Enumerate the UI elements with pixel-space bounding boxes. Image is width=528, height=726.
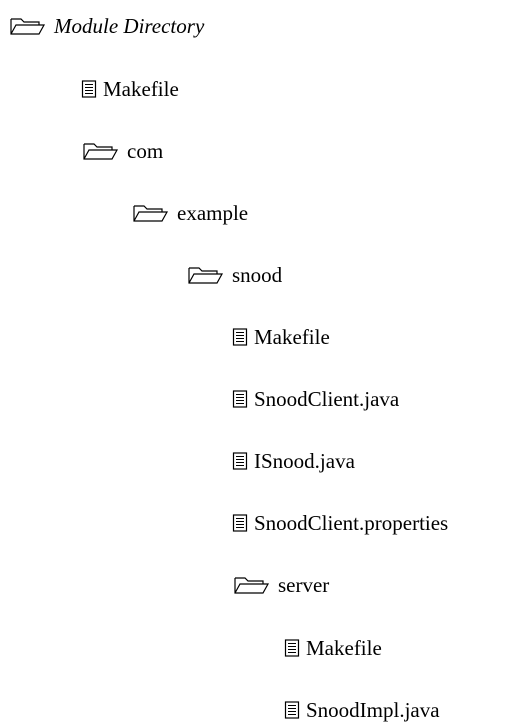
tree-node-label: server bbox=[278, 572, 330, 597]
tree-node-snoodclient-properties[interactable]: SnoodClient.properties bbox=[232, 508, 448, 538]
tree-node-label: example bbox=[177, 200, 249, 225]
file-icon bbox=[284, 700, 300, 720]
folder-icon bbox=[8, 16, 48, 36]
tree-node-label: Makefile bbox=[103, 76, 179, 101]
tree-node-com[interactable]: com bbox=[81, 136, 163, 166]
tree-node-label: Makefile bbox=[254, 324, 330, 349]
tree-node-makefile[interactable]: Makefile bbox=[81, 74, 179, 104]
file-icon bbox=[81, 79, 97, 99]
tree-node-makefile[interactable]: Makefile bbox=[232, 322, 330, 352]
tree-node-makefile[interactable]: Makefile bbox=[284, 633, 382, 663]
tree-node-module-directory[interactable]: Module Directory bbox=[8, 11, 204, 41]
tree-node-snoodimpl-java[interactable]: SnoodImpl.java bbox=[284, 695, 440, 725]
tree-node-isnood-java[interactable]: ISnood.java bbox=[232, 446, 355, 476]
folder-icon bbox=[186, 265, 226, 285]
tree-node-label: Makefile bbox=[306, 635, 382, 660]
tree-node-server[interactable]: server bbox=[232, 570, 329, 600]
tree-node-example[interactable]: example bbox=[131, 198, 248, 228]
folder-icon bbox=[131, 203, 171, 223]
tree-node-label: SnoodClient.java bbox=[254, 386, 400, 411]
tree-node-label: Module Directory bbox=[54, 13, 205, 38]
tree-node-label: SnoodImpl.java bbox=[306, 697, 440, 722]
folder-icon bbox=[232, 575, 272, 595]
file-icon bbox=[232, 513, 248, 533]
file-icon bbox=[232, 389, 248, 409]
tree-node-snood[interactable]: snood bbox=[186, 260, 282, 290]
tree-node-label: snood bbox=[232, 262, 283, 287]
file-icon bbox=[232, 451, 248, 471]
tree-node-label: ISnood.java bbox=[254, 448, 355, 473]
tree-node-label: SnoodClient.properties bbox=[254, 510, 449, 535]
folder-icon bbox=[81, 141, 121, 161]
tree-node-label: com bbox=[127, 138, 164, 163]
file-icon bbox=[284, 638, 300, 658]
tree-node-snoodclient-java[interactable]: SnoodClient.java bbox=[232, 384, 399, 414]
file-icon bbox=[232, 327, 248, 347]
